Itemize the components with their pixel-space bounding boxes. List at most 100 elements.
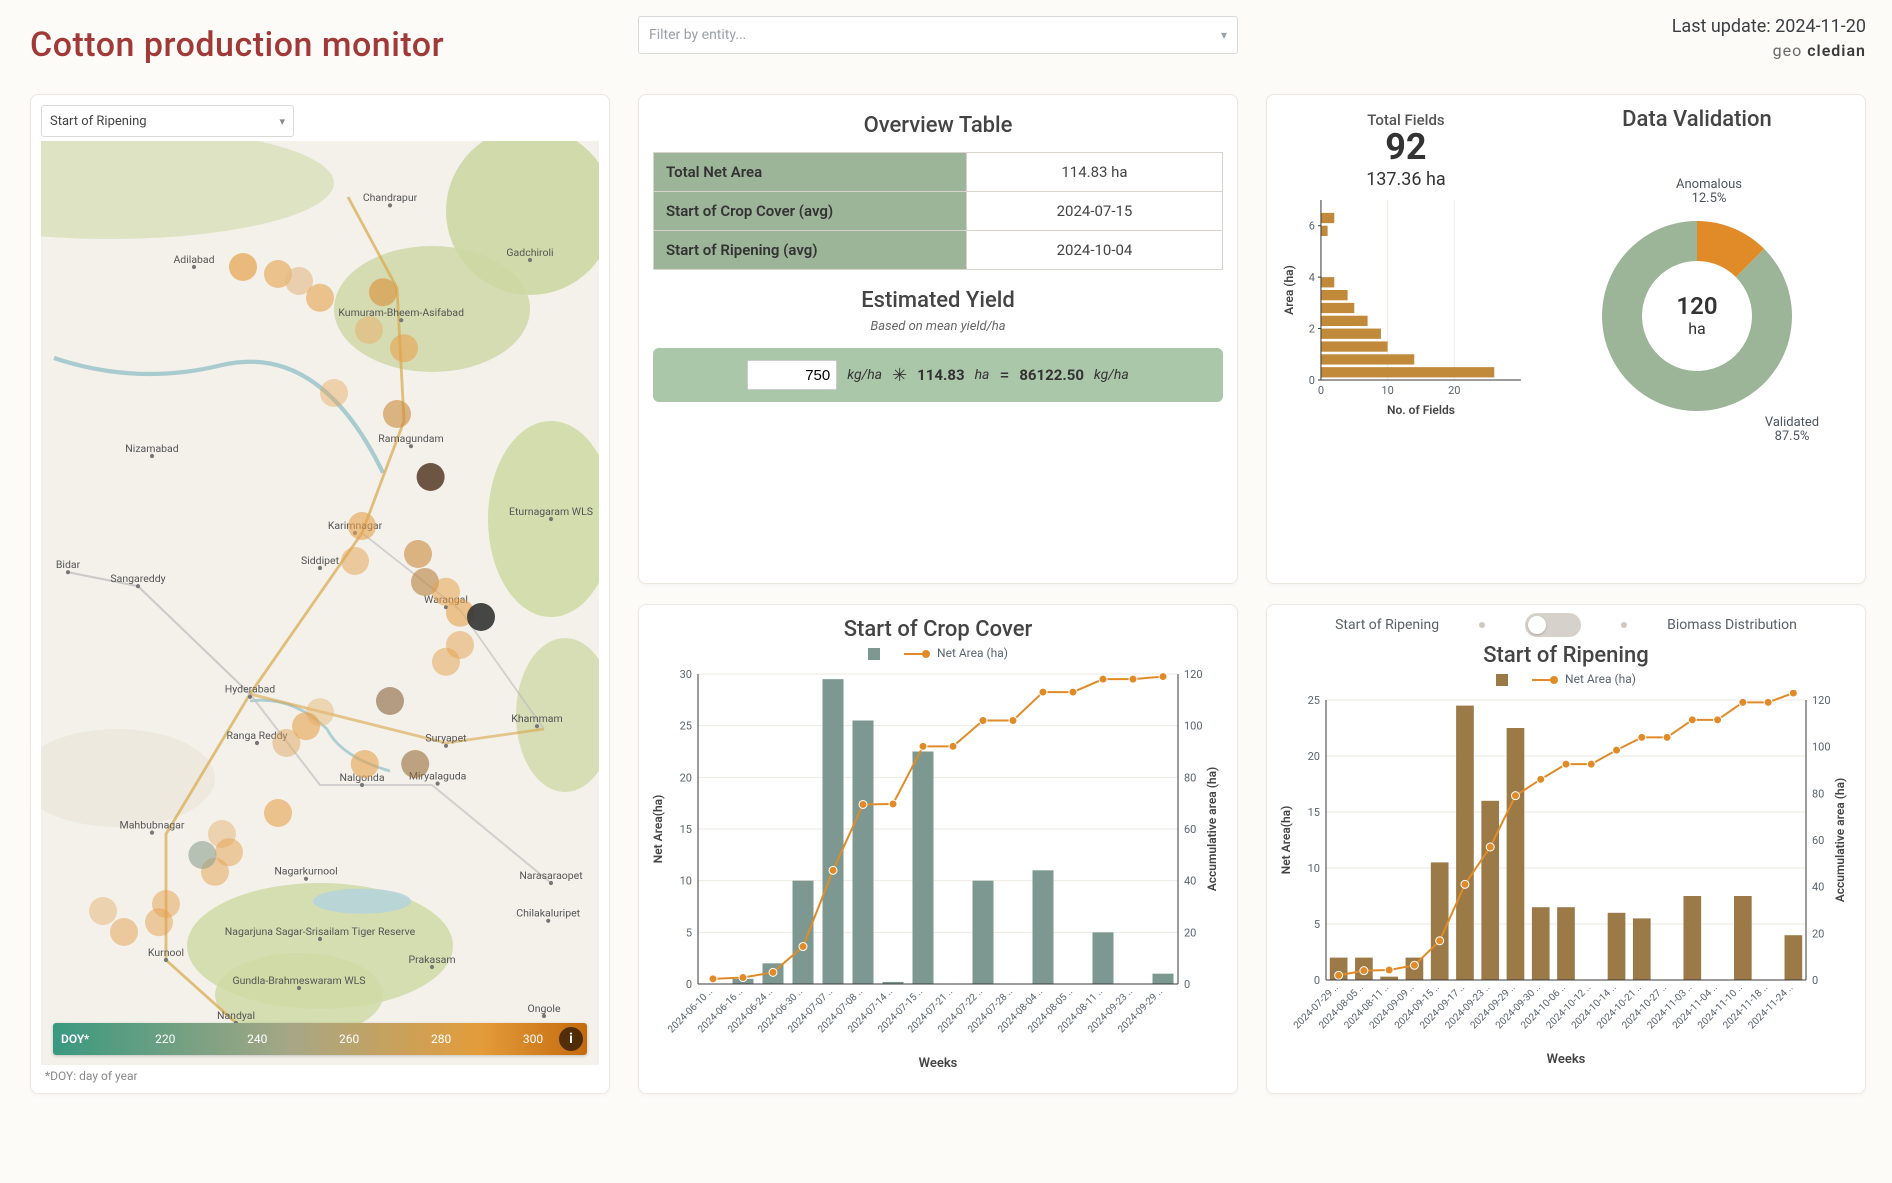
svg-text:0: 0 xyxy=(1309,374,1315,387)
cc-title: Start of Crop Cover xyxy=(844,617,1033,642)
table-row: Start of Crop Cover (avg)2024-07-15 xyxy=(654,192,1223,231)
svg-text:Kurnool: Kurnool xyxy=(148,946,184,959)
svg-text:0: 0 xyxy=(686,978,692,991)
ripening-chart: 05101520250204060801001202024-07-29 ..20… xyxy=(1276,690,1856,1050)
svg-text:Validated: Validated xyxy=(1765,415,1819,430)
svg-text:Nandyal: Nandyal xyxy=(217,1009,255,1022)
area-histogram: 010200246No. of FieldsArea (ha) xyxy=(1275,190,1537,420)
svg-text:Net Area(ha): Net Area(ha) xyxy=(651,795,665,864)
svg-text:20: 20 xyxy=(1812,927,1824,940)
dv-title: Data Validation xyxy=(1622,107,1772,132)
svg-text:60: 60 xyxy=(1812,834,1824,847)
fields-area: 137.36 ha xyxy=(1366,169,1446,190)
svg-text:30: 30 xyxy=(680,668,692,681)
table-row: Start of Ripening (avg)2024-10-04 xyxy=(654,231,1223,270)
svg-text:2: 2 xyxy=(1309,323,1315,336)
stats-panel: Total Fields 92 137.36 ha 010200246No. o… xyxy=(1266,94,1866,584)
svg-text:Nizamabad: Nizamabad xyxy=(125,442,178,455)
svg-text:40: 40 xyxy=(1812,881,1824,894)
page-title: Cotton production monitor xyxy=(30,25,444,65)
svg-text:15: 15 xyxy=(1308,806,1320,819)
rp-legend: Net Area (ha) xyxy=(1496,672,1636,686)
svg-text:0: 0 xyxy=(1184,978,1190,991)
svg-text:5: 5 xyxy=(1314,918,1320,931)
svg-text:120: 120 xyxy=(1184,668,1203,681)
svg-text:Bidar: Bidar xyxy=(56,558,81,571)
svg-text:Prakasam: Prakasam xyxy=(408,953,455,966)
svg-text:Kumuram-Bheem-Asifabad: Kumuram-Bheem-Asifabad xyxy=(338,306,464,319)
svg-text:12.5%: 12.5% xyxy=(1692,191,1727,206)
validation-donut: 120ha Anomalous12.5% Validated87.5% xyxy=(1557,166,1837,446)
yield-title: Estimated Yield xyxy=(861,288,1015,313)
svg-text:10: 10 xyxy=(680,875,692,888)
svg-text:Eturnagaram WLS: Eturnagaram WLS xyxy=(509,505,593,518)
cc-legend: Net Area (ha) xyxy=(868,646,1008,660)
svg-text:87.5%: 87.5% xyxy=(1775,429,1810,444)
toggle-label-right: Biomass Distribution xyxy=(1667,617,1797,633)
doy-legend: DOY* 220 240 260 280 300 xyxy=(53,1023,587,1055)
svg-text:10: 10 xyxy=(1381,384,1393,397)
svg-text:25: 25 xyxy=(680,720,692,733)
svg-text:Ongole: Ongole xyxy=(527,1002,560,1015)
rp-title: Start of Ripening xyxy=(1483,643,1649,668)
brand-logo: geo cledian xyxy=(1266,41,1866,60)
svg-text:Accumulative area (ha): Accumulative area (ha) xyxy=(1833,778,1847,903)
chevron-down-icon: ▾ xyxy=(1221,28,1227,42)
filter-placeholder: Filter by entity... xyxy=(649,27,746,43)
svg-text:ha: ha xyxy=(1688,319,1706,338)
ripening-panel: Start of Ripening Biomass Distribution S… xyxy=(1266,604,1866,1094)
svg-text:Sangareddy: Sangareddy xyxy=(110,572,165,585)
map-layer-select[interactable]: Start of Ripening ▾ xyxy=(41,105,294,137)
svg-text:Narasaraopet: Narasaraopet xyxy=(519,869,583,882)
toggle-dot-icon xyxy=(1621,622,1627,628)
svg-text:25: 25 xyxy=(1308,694,1320,707)
svg-text:100: 100 xyxy=(1184,720,1203,733)
svg-text:Chandrapur: Chandrapur xyxy=(363,191,418,204)
svg-text:20: 20 xyxy=(1308,750,1320,763)
yield-row: kg/ha ✳ 114.83 ha = 86122.50 kg/ha xyxy=(653,348,1223,402)
svg-text:0: 0 xyxy=(1812,974,1818,987)
svg-text:Gundla-Brahmeswaram WLS: Gundla-Brahmeswaram WLS xyxy=(232,974,365,987)
yield-input[interactable] xyxy=(747,360,837,390)
svg-text:120: 120 xyxy=(1676,292,1717,320)
crop-cover-chart: 0510152025300204060801001202024-06-10 ..… xyxy=(648,664,1228,1054)
svg-text:0: 0 xyxy=(1314,974,1320,987)
svg-text:Anomalous: Anomalous xyxy=(1676,177,1742,192)
svg-text:5: 5 xyxy=(686,926,692,939)
table-row: Total Net Area114.83 ha xyxy=(654,153,1223,192)
svg-text:100: 100 xyxy=(1812,741,1831,754)
svg-text:Accumulative area (ha): Accumulative area (ha) xyxy=(1205,767,1219,892)
svg-text:80: 80 xyxy=(1184,771,1196,784)
chevron-down-icon: ▾ xyxy=(279,115,285,128)
overview-title: Overview Table xyxy=(864,113,1013,138)
svg-text:Gadchiroli: Gadchiroli xyxy=(506,246,553,259)
svg-text:Suryapet: Suryapet xyxy=(425,732,467,745)
svg-text:Siddipet: Siddipet xyxy=(301,554,340,567)
map-canvas[interactable]: Adilabad Chandrapur Gadchiroli Kumuram-Bhee… xyxy=(41,141,599,1065)
svg-text:No. of Fields: No. of Fields xyxy=(1387,403,1455,417)
filter-entity-select[interactable]: Filter by entity... ▾ xyxy=(638,16,1238,54)
chart-mode-toggle[interactable] xyxy=(1525,613,1581,637)
svg-text:Nagarjuna Sagar-Srisailam Tige: Nagarjuna Sagar-Srisailam Tiger Reserve xyxy=(225,925,416,938)
svg-text:80: 80 xyxy=(1812,787,1824,800)
svg-text:15: 15 xyxy=(680,823,692,836)
crop-cover-panel: Start of Crop Cover Net Area (ha) 0 5 10 15… xyxy=(638,604,1238,1094)
svg-text:Net Area(ha): Net Area(ha) xyxy=(1279,806,1293,875)
cc-xlabel: Weeks xyxy=(919,1056,958,1071)
svg-text:Ramagundam: Ramagundam xyxy=(378,432,443,445)
map-info-icon[interactable]: i xyxy=(559,1027,583,1051)
svg-text:4: 4 xyxy=(1309,271,1315,284)
svg-text:6: 6 xyxy=(1309,220,1315,233)
map-panel: Start of Ripening ▾ xyxy=(30,94,610,1094)
svg-text:Chilakaluripet: Chilakaluripet xyxy=(516,907,580,920)
doy-footnote: *DOY: day of year xyxy=(41,1069,599,1083)
svg-text:0: 0 xyxy=(1318,384,1324,397)
svg-text:Hyderabad: Hyderabad xyxy=(225,683,276,696)
svg-text:120: 120 xyxy=(1812,694,1831,707)
toggle-label-left: Start of Ripening xyxy=(1335,617,1439,633)
overview-panel: Overview Table Total Net Area114.83 haSt… xyxy=(638,94,1238,584)
svg-text:Adilabad: Adilabad xyxy=(173,253,214,266)
svg-text:40: 40 xyxy=(1184,875,1196,888)
yield-subtitle: Based on mean yield/ha xyxy=(870,319,1005,334)
last-update: Last update: 2024-11-20 xyxy=(1266,16,1866,37)
